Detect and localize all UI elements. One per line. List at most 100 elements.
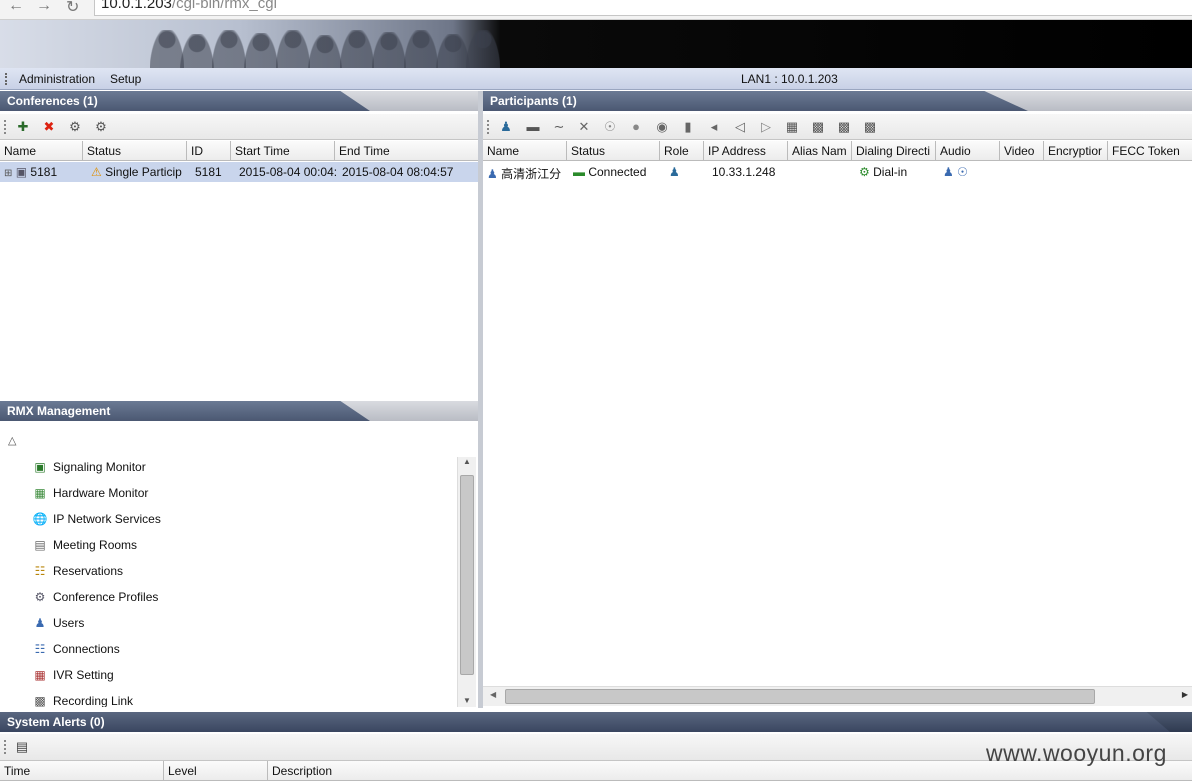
audio-icon: ♟ <box>943 165 954 179</box>
col-alert-time[interactable]: Time <box>0 761 164 781</box>
conference-name: 5181 <box>30 165 58 179</box>
layout-settings-icon[interactable]: ▩ <box>809 118 827 136</box>
network-label: LAN1 : 10.0.1.203 <box>741 72 838 86</box>
conference-icon: ▣ <box>15 165 28 179</box>
rmx-title: RMX Management <box>0 401 370 421</box>
alerts-header: System Alerts (0) <box>0 712 1192 732</box>
banner <box>0 20 1192 68</box>
expand-icon[interactable]: ⊞ <box>4 168 12 179</box>
url-path: /cgi-bin/rmx_cgi <box>171 0 277 12</box>
microphone-icon[interactable]: ● <box>627 118 645 136</box>
participant-name: 高清浙江分 <box>501 167 562 181</box>
mute-audio-icon[interactable]: ☉ <box>601 118 619 136</box>
signaling-monitor-icon: ▣ <box>34 460 46 474</box>
col-p-status[interactable]: Status <box>567 141 660 161</box>
alerts-log-icon[interactable]: ▤ <box>13 738 31 756</box>
url-host: 10.0.1.203 <box>101 0 172 12</box>
menu-setup[interactable]: Setup <box>110 72 141 86</box>
conference-status: Single Particip <box>105 165 182 179</box>
participant-icon: ♟ <box>487 167 498 181</box>
play-icon[interactable]: ▷ <box>757 118 775 136</box>
col-p-name[interactable]: Name <box>483 141 567 161</box>
rmx-item-hardware-monitor[interactable]: ▦ Hardware Monitor <box>32 483 148 503</box>
col-name[interactable]: Name <box>0 141 83 161</box>
user-icon: ♟ <box>34 616 46 630</box>
block-video-icon[interactable]: ◉ <box>653 118 671 136</box>
participants-toolbar: ♟ ▬ ∼ ✕ ☉ ● ◉ ▮ ◂ ◁ ▷ ▦ ▩ ▩ ▩ <box>483 114 1192 140</box>
scroll-down-icon[interactable]: ▼ <box>463 696 471 705</box>
menu-administration[interactable]: Administration <box>19 72 95 86</box>
conference-lock-icon[interactable]: ⚙ <box>66 118 84 136</box>
rmx-item-ivr-setting[interactable]: ▦ IVR Setting <box>32 665 113 685</box>
rmx-item-meeting-rooms[interactable]: ▤ Meeting Rooms <box>32 535 137 555</box>
col-p-alias[interactable]: Alias Nam <box>788 141 852 161</box>
scroll-left-icon[interactable]: ◀ <box>490 690 496 699</box>
scroll-up-icon[interactable]: ▲ <box>463 457 471 466</box>
conference-end-time: 2015-08-04 08:04:57 <box>342 165 454 179</box>
volume-icon[interactable]: ◂ <box>705 118 723 136</box>
back-icon[interactable]: ← <box>8 0 24 15</box>
col-p-dialing[interactable]: Dialing Directi <box>852 141 936 161</box>
export-icon[interactable]: ▩ <box>861 118 879 136</box>
col-end-time[interactable]: End Time <box>335 141 478 161</box>
speaker-icon[interactable]: ◁ <box>731 118 749 136</box>
col-alert-level[interactable]: Level <box>164 761 268 781</box>
rmx-header: RMX Management <box>0 401 478 421</box>
rmx-item-conference-profiles[interactable]: ⚙ Conference Profiles <box>32 587 159 607</box>
connect-icon[interactable]: ▬ <box>524 118 542 136</box>
watermark: www.wooyun.org <box>986 740 1167 766</box>
connections-icon: ☷ <box>34 642 46 656</box>
camera-icon[interactable]: ▮ <box>679 118 697 136</box>
collapse-icon[interactable]: △ <box>8 434 16 447</box>
forward-icon[interactable]: → <box>36 0 52 15</box>
dial-in-icon: ⚙ <box>859 165 870 179</box>
splitter[interactable] <box>478 91 483 708</box>
scroll-right-icon[interactable]: ▶ <box>1182 690 1188 699</box>
participants-hscrollbar[interactable]: ◀ ▶ <box>483 686 1192 706</box>
col-p-video[interactable]: Video <box>1000 141 1044 161</box>
recording-link-icon: ▩ <box>34 694 46 707</box>
ivr-setting-icon: ▦ <box>34 668 46 682</box>
conference-settings-icon[interactable]: ⚙ <box>92 118 110 136</box>
col-p-audio[interactable]: Audio <box>936 141 1000 161</box>
col-p-ip[interactable]: IP Address <box>704 141 788 161</box>
rmx-item-users[interactable]: ♟ Users <box>32 613 85 633</box>
delete-participant-icon[interactable]: ✕ <box>575 118 593 136</box>
col-status[interactable]: Status <box>83 141 187 161</box>
participant-dialing: Dial-in <box>873 165 908 179</box>
reservations-icon: ☷ <box>34 564 46 578</box>
participant-row[interactable]: ♟ 高清浙江分 ▬ Connected ♟ 10.33.1.248 ⚙ Dial… <box>483 162 1192 182</box>
rmx-item-connections[interactable]: ☷ Connections <box>32 639 120 659</box>
col-id[interactable]: ID <box>187 141 231 161</box>
rmx-item-ip-network-services[interactable]: 🌐 IP Network Services <box>32 509 161 529</box>
address-bar[interactable]: 10.0.1.203/cgi-bin/rmx_cgi <box>94 0 1192 16</box>
participant-status: Connected <box>588 165 647 179</box>
participants-scroll-thumb[interactable] <box>505 689 1095 704</box>
col-p-fecc[interactable]: FECC Token <box>1108 141 1192 161</box>
layout-icon[interactable]: ▦ <box>783 118 801 136</box>
rmx-item-signaling-monitor[interactable]: ▣ Signaling Monitor <box>32 457 145 477</box>
col-p-role[interactable]: Role <box>660 141 704 161</box>
reload-icon[interactable]: ↻ <box>66 0 79 17</box>
conferences-columns: Name Status ID Start Time End Time <box>0 141 478 161</box>
properties-icon[interactable]: ▩ <box>835 118 853 136</box>
col-start-time[interactable]: Start Time <box>231 141 335 161</box>
globe-icon: 🌐 <box>32 512 48 526</box>
participants-title: Participants (1) <box>483 91 1028 111</box>
rmx-scroll-thumb[interactable] <box>460 475 474 675</box>
browser-bar: ← → ↻ 10.0.1.203/cgi-bin/rmx_cgi <box>0 0 1192 20</box>
delete-conference-icon[interactable]: ✖ <box>40 118 58 136</box>
add-participant-icon[interactable]: ♟ <box>497 118 515 136</box>
rmx-item-reservations[interactable]: ☷ Reservations <box>32 561 123 581</box>
role-icon: ♟ <box>669 165 680 179</box>
grip-icon <box>5 73 7 85</box>
rmx-item-recording-link[interactable]: ▩ Recording Link <box>32 691 133 707</box>
rmx-list: △ ▣ Signaling Monitor ▦ Hardware Monitor 🌐… <box>0 421 478 707</box>
new-conference-icon[interactable]: ✚ <box>14 118 32 136</box>
menu-bar: Administration Setup LAN1 : 10.0.1.203 <box>0 68 1192 90</box>
conference-row[interactable]: ⊞ ▣ 5181 ⚠ Single Particip 5181 2015-08-… <box>0 162 478 182</box>
disconnect-icon[interactable]: ∼ <box>550 118 568 136</box>
col-p-encryption[interactable]: Encryptior <box>1044 141 1108 161</box>
conferences-title: Conferences (1) <box>0 91 370 111</box>
rmx-scrollbar[interactable]: ▲ ▼ <box>457 457 476 707</box>
